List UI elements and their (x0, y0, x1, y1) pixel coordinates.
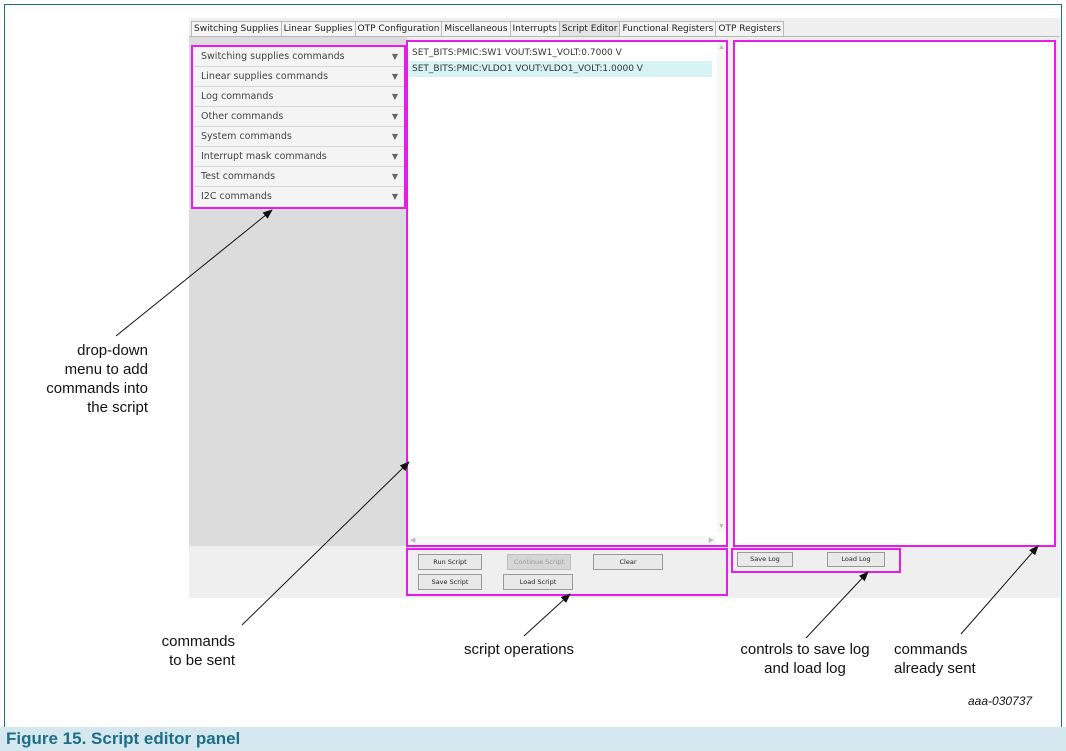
figure-code: aaa-030737 (968, 694, 1033, 708)
annotation-line: to be sent (169, 652, 235, 669)
annotation-line: drop-down (77, 342, 148, 359)
annotation-line: controls to save log (740, 641, 870, 658)
annotation-script-ops: script operations (464, 641, 575, 658)
annotation-dropdown: drop-down menu to add commands into the … (38, 341, 148, 417)
annotation-log-controls: controls to save log and load log (720, 640, 890, 678)
annotation-line: commands into (46, 380, 148, 397)
annotation-line: already sent (894, 660, 976, 677)
annotation-line: the script (87, 399, 148, 416)
annotation-line: commands (894, 641, 968, 658)
arrow-commands-sent (960, 545, 1039, 635)
annotation-commands-to-send: commands to be sent (140, 632, 235, 670)
annotation-line: commands (161, 633, 235, 650)
arrow-dropdown (115, 209, 273, 337)
arrow-log-controls (805, 571, 869, 639)
annotation-line: menu to add (64, 361, 148, 378)
annotation-line: and load log (764, 660, 846, 677)
arrow-commands-to-send (241, 461, 410, 626)
annotation-commands-sent: commands already sent (894, 640, 976, 678)
figure-caption: Figure 15. Script editor panel (0, 727, 1066, 751)
arrow-script-ops (523, 593, 571, 637)
